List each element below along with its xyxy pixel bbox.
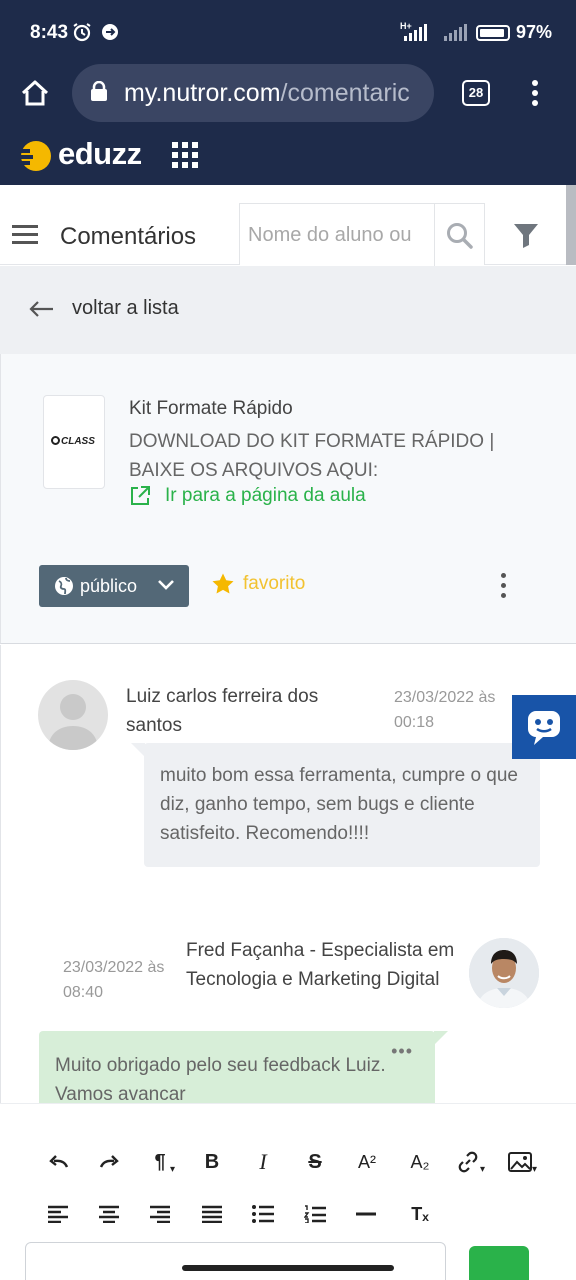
class-logo: CLASS (51, 436, 95, 447)
search-icon[interactable] (446, 222, 474, 255)
browser-menu-icon[interactable] (526, 78, 544, 113)
browser-toolbar: my.nutror.com/comentaric 28 (0, 62, 576, 124)
bullet-list-icon[interactable] (245, 1196, 281, 1232)
undo-icon[interactable] (40, 1144, 76, 1180)
apps-grid-icon[interactable] (172, 142, 198, 168)
url-text: my.nutror.com/comentaric (124, 79, 410, 107)
gesture-nav-handle[interactable] (182, 1265, 394, 1271)
superscript-icon[interactable]: A² (349, 1144, 385, 1180)
reply-date: 23/03/2022 às 08:40 (63, 959, 165, 1001)
link-icon[interactable]: ▾ (450, 1144, 486, 1180)
tab-count-button[interactable]: 28 (462, 80, 490, 106)
reply-input[interactable] (25, 1242, 446, 1280)
search-input[interactable] (248, 220, 436, 250)
chat-bot-icon (528, 711, 560, 745)
comment-author: Luiz carlos ferreira dos santos (126, 686, 319, 736)
align-justify-icon[interactable] (194, 1196, 230, 1232)
eduzz-wordmark[interactable]: eduzz (58, 136, 142, 172)
reply-editor: ¶ ▾ B I S A² A₂ ▾ ▾ Tₓ (0, 1103, 576, 1280)
favorite-button[interactable]: favorito (211, 572, 305, 596)
lock-icon (91, 81, 107, 101)
lesson-title: DOWNLOAD DO KIT FORMATE RÁPIDO | BAIXE O… (129, 431, 495, 481)
signal-icon (404, 24, 427, 41)
back-label: voltar a lista (72, 297, 179, 319)
favorite-label: favorito (243, 573, 306, 594)
send-button[interactable] (469, 1246, 529, 1280)
comment-text: muito bom essa ferramenta, cumpre o que … (160, 765, 519, 844)
horizontal-rule-icon[interactable] (348, 1196, 384, 1232)
url-bar[interactable]: my.nutror.com/comentaric (72, 64, 434, 122)
reply-more-icon[interactable]: ••• (391, 1037, 413, 1066)
visibility-dropdown[interactable]: público (39, 565, 189, 607)
status-time: 8:43 (30, 22, 69, 43)
eduzz-logo-icon[interactable] (16, 140, 52, 172)
status-bar: 8:43 H+ 97% (0, 0, 576, 62)
battery-icon (476, 25, 510, 41)
page-header: Comentários (0, 185, 576, 266)
avatar-photo (469, 938, 539, 1008)
battery-percent: 97% (516, 22, 553, 42)
visibility-label: público (80, 576, 138, 596)
paragraph-icon[interactable]: ¶ ▾ (142, 1144, 178, 1180)
italic-icon[interactable]: I (245, 1144, 281, 1180)
search-box (239, 203, 485, 266)
back-to-list[interactable]: voltar a lista (0, 266, 576, 354)
star-icon (212, 573, 234, 594)
align-right-icon[interactable] (142, 1196, 178, 1232)
page-title: Comentários (60, 223, 197, 250)
reply-text: Muito obrigado pelo seu feedback Luiz. V… (55, 1055, 386, 1105)
lesson-thumbnail: CLASS (43, 395, 105, 489)
redo-icon[interactable] (92, 1144, 128, 1180)
subscript-icon[interactable]: A₂ (402, 1144, 438, 1180)
comment-bubble: muito bom essa ferramenta, cumpre o que … (131, 743, 540, 867)
lesson-card: CLASS Kit Formate Rápido DOWNLOAD DO KIT… (0, 354, 576, 644)
numbered-list-icon[interactable] (297, 1196, 333, 1232)
eduzz-topbar: eduzz (0, 124, 576, 185)
align-center-icon[interactable] (91, 1196, 127, 1232)
signal-2-icon (444, 24, 467, 41)
globe-icon (55, 577, 73, 595)
arrow-left-icon (28, 299, 54, 324)
chevron-down-icon (158, 580, 174, 590)
filter-icon[interactable] (512, 221, 540, 254)
more-options-icon[interactable] (501, 573, 506, 598)
image-icon[interactable]: ▾ (502, 1144, 538, 1180)
bold-icon[interactable]: B (194, 1144, 230, 1180)
external-link-icon (131, 486, 150, 505)
chat-widget-button[interactable] (512, 695, 576, 759)
clear-format-icon[interactable]: Tₓ (402, 1196, 438, 1232)
strikethrough-icon[interactable]: S (297, 1144, 333, 1180)
align-left-icon[interactable] (40, 1196, 76, 1232)
go-to-lesson-label: Ir para a página da aula (165, 485, 366, 506)
reply-author: Fred Façanha - Especialista em Tecnologi… (186, 940, 455, 990)
go-to-lesson-link[interactable]: Ir para a página da aula (129, 485, 366, 507)
alarm-icon (72, 22, 92, 47)
avatar-default (38, 680, 108, 750)
comment-date: 23/03/2022 às 00:18 (394, 689, 496, 731)
hamburger-menu-icon[interactable] (12, 225, 38, 249)
course-title: Kit Formate Rápido (129, 398, 293, 419)
data-saver-icon (100, 22, 120, 47)
comments-list: Luiz carlos ferreira dos santos 23/03/20… (0, 645, 576, 1151)
scrollbar-thumb[interactable] (566, 185, 576, 265)
home-icon[interactable] (20, 78, 50, 113)
